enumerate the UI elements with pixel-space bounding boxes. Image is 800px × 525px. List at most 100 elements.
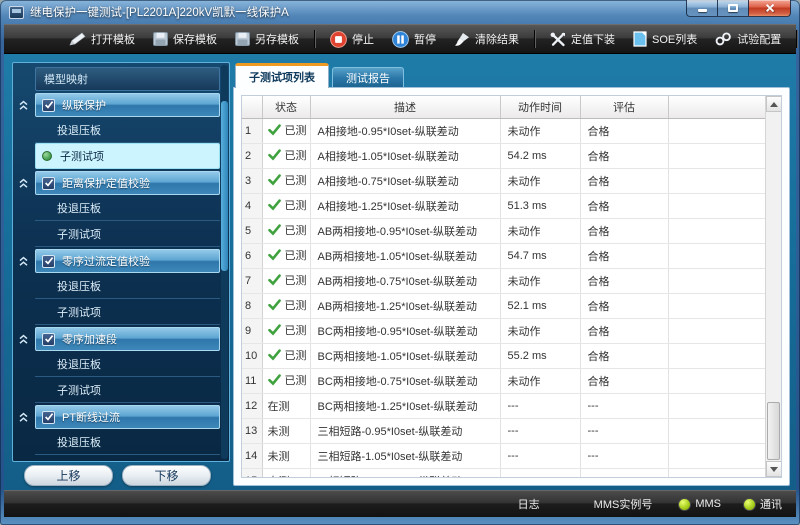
status-cell: 已测 [262,268,310,293]
table-row[interactable]: 4已测A相接地-1.25*I0set-纵联差动51.3 ms合格 [242,193,765,218]
status-cell: 已测 [262,168,310,193]
window-title: 继电保护一键测试-[PL2201A]220kV凯默一线保护A [30,4,289,20]
sidebar-item-3-1[interactable]: 子测试项 [35,377,220,403]
evaluation-cell: 合格 [580,143,668,168]
action-time-cell: --- [500,418,580,443]
collapse-chevron-icon[interactable] [16,174,30,192]
check-icon [268,324,281,339]
evaluation-cell: 合格 [580,168,668,193]
status-cell: 已测 [262,143,310,168]
checkbox-checked-icon[interactable] [42,411,55,424]
toolbar-button-open-template[interactable]: 打开模板 [60,27,144,51]
sidebar-group-header[interactable]: 距离保护定值校验 [35,171,220,195]
table-scrollbar[interactable] [765,96,781,477]
table-row[interactable]: 10已测BC两相接地-1.05*I0set-纵联差动55.2 ms合格 [242,343,765,368]
tab-subtest-list[interactable]: 子测试项列表 [235,63,329,88]
evaluation-cell [580,468,668,478]
table-row[interactable]: 6已测AB两相接地-1.05*I0set-纵联差动54.7 ms合格 [242,243,765,268]
action-time-cell: 54.2 ms [500,143,580,168]
status-cell: 已测 [262,243,310,268]
sidebar-scrollbar-thumb[interactable] [221,101,228,271]
row-number-cell: 4 [242,193,262,218]
sidebar-item-0-1[interactable]: 子测试项 [35,143,220,169]
checkbox-checked-icon[interactable] [42,99,55,112]
move-down-button[interactable]: 下移 [122,465,211,486]
table-row[interactable]: 7已测AB两相接地-0.75*I0set-纵联差动未动作合格 [242,268,765,293]
action-time-cell: 54.7 ms [500,243,580,268]
status-cell: 未测 [262,418,310,443]
table-row[interactable]: 13未测三相短路-0.95*I0set-纵联差动------ [242,418,765,443]
status-cell: 已测 [262,118,310,143]
filler-cell [668,293,765,318]
check-icon [268,174,281,189]
maximize-button[interactable] [717,0,748,17]
evaluation-cell: 合格 [580,343,668,368]
sidebar-item-4-0[interactable]: 投退压板 [35,429,220,455]
row-number-cell: 9 [242,318,262,343]
sidebar-header: 模型映射 [35,67,220,91]
table-row[interactable]: 2已测A相接地-1.05*I0set-纵联差动54.2 ms合格 [242,143,765,168]
sidebar-item-2-0[interactable]: 投退压板 [35,273,220,299]
sidebar-item-label: 子测试项 [57,460,101,463]
description-cell: A相接地-0.95*I0set-纵联差动 [310,118,500,143]
sidebar-item-4-1[interactable]: 子测试项 [35,455,220,462]
evaluation-cell: 合格 [580,193,668,218]
sidebar-group-header[interactable]: 零序加速段 [35,327,220,351]
filler-cell [668,393,765,418]
collapse-chevron-icon[interactable] [16,408,30,426]
toolbar-button-label: 另存模板 [255,31,299,47]
close-button[interactable] [748,0,791,17]
filler-cell [668,118,765,143]
collapse-chevron-icon[interactable] [16,252,30,270]
table-row[interactable]: 3已测A相接地-0.75*I0set-纵联差动未动作合格 [242,168,765,193]
table-row[interactable]: 5已测AB两相接地-0.95*I0set-纵联差动未动作合格 [242,218,765,243]
checkbox-checked-icon[interactable] [42,255,55,268]
sidebar-item-2-1[interactable]: 子测试项 [35,299,220,325]
scroll-down-button[interactable] [766,461,782,477]
sidebar-item-1-1[interactable]: 子测试项 [35,221,220,247]
toolbar-button-label: 清除结果 [475,31,519,47]
toolbar-button-soe-list[interactable]: SOE列表 [624,27,706,51]
table-row[interactable]: 12在测BC两相接地-1.25*I0set-纵联差动------ [242,393,765,418]
toolbar-button-stop[interactable]: 停止 [321,27,383,51]
sidebar-group-header[interactable]: 零序过流定值校验 [35,249,220,273]
toolbar-button-pause[interactable]: 暂停 [383,27,445,51]
toolbar-button-save-as-template[interactable]: 另存模板 [226,27,308,51]
sidebar-item-3-0[interactable]: 投退压板 [35,351,220,377]
tab-test-report[interactable]: 测试报告 [332,67,404,88]
table-scrollbar-thumb[interactable] [767,402,780,460]
scroll-up-button[interactable] [766,96,782,112]
toolbar-button-save-template[interactable]: 保存模板 [144,27,226,51]
table-row[interactable]: 15未测三相短路-0.75*I0set-纵联差动 [242,468,765,478]
sidebar-item-1-0[interactable]: 投退压板 [35,195,220,221]
sidebar-scrollbar[interactable] [221,65,228,459]
collapse-chevron-icon[interactable] [16,330,30,348]
collapse-chevron-icon[interactable] [16,96,30,114]
status-text: 已测 [285,125,307,137]
table-row[interactable]: 11已测BC两相接地-0.75*I0set-纵联差动未动作合格 [242,368,765,393]
toolbar-button-download-settings[interactable]: 定值下装 [541,27,624,51]
sidebar-group-header[interactable]: 纵联保护 [35,93,220,117]
close-icon [764,3,776,13]
sidebar-group-label: 零序加速段 [62,331,117,347]
table-row[interactable]: 9已测BC两相接地-0.95*I0set-纵联差动未动作合格 [242,318,765,343]
table-row[interactable]: 14未测三相短路-1.05*I0set-纵联差动------ [242,443,765,468]
toolbar-button-test-config[interactable]: 试验配置 [706,27,790,51]
evaluation-cell: 合格 [580,368,668,393]
table-row[interactable]: 1已测A相接地-0.95*I0set-纵联差动未动作合格 [242,118,765,143]
minimize-button[interactable] [686,0,717,17]
save-template-icon [153,32,168,46]
checkbox-checked-icon[interactable] [42,333,55,346]
checkbox-checked-icon[interactable] [42,177,55,190]
status-cell: 已测 [262,293,310,318]
move-up-button[interactable]: 上移 [24,465,113,486]
sidebar-group-header[interactable]: PT断线过流 [35,405,220,429]
toolbar-button-label: 暂停 [414,31,436,47]
table-row[interactable]: 8已测AB两相接地-1.25*I0set-纵联差动52.1 ms合格 [242,293,765,318]
status-text: 已测 [285,325,307,337]
status-text: 已测 [285,200,307,212]
toolbar-button-clear-results[interactable]: 清除结果 [445,27,528,51]
sidebar-item-0-0[interactable]: 投退压板 [35,117,220,143]
log-button[interactable]: 日志 [518,496,540,512]
sidebar-group-label: PT断线过流 [62,409,120,425]
